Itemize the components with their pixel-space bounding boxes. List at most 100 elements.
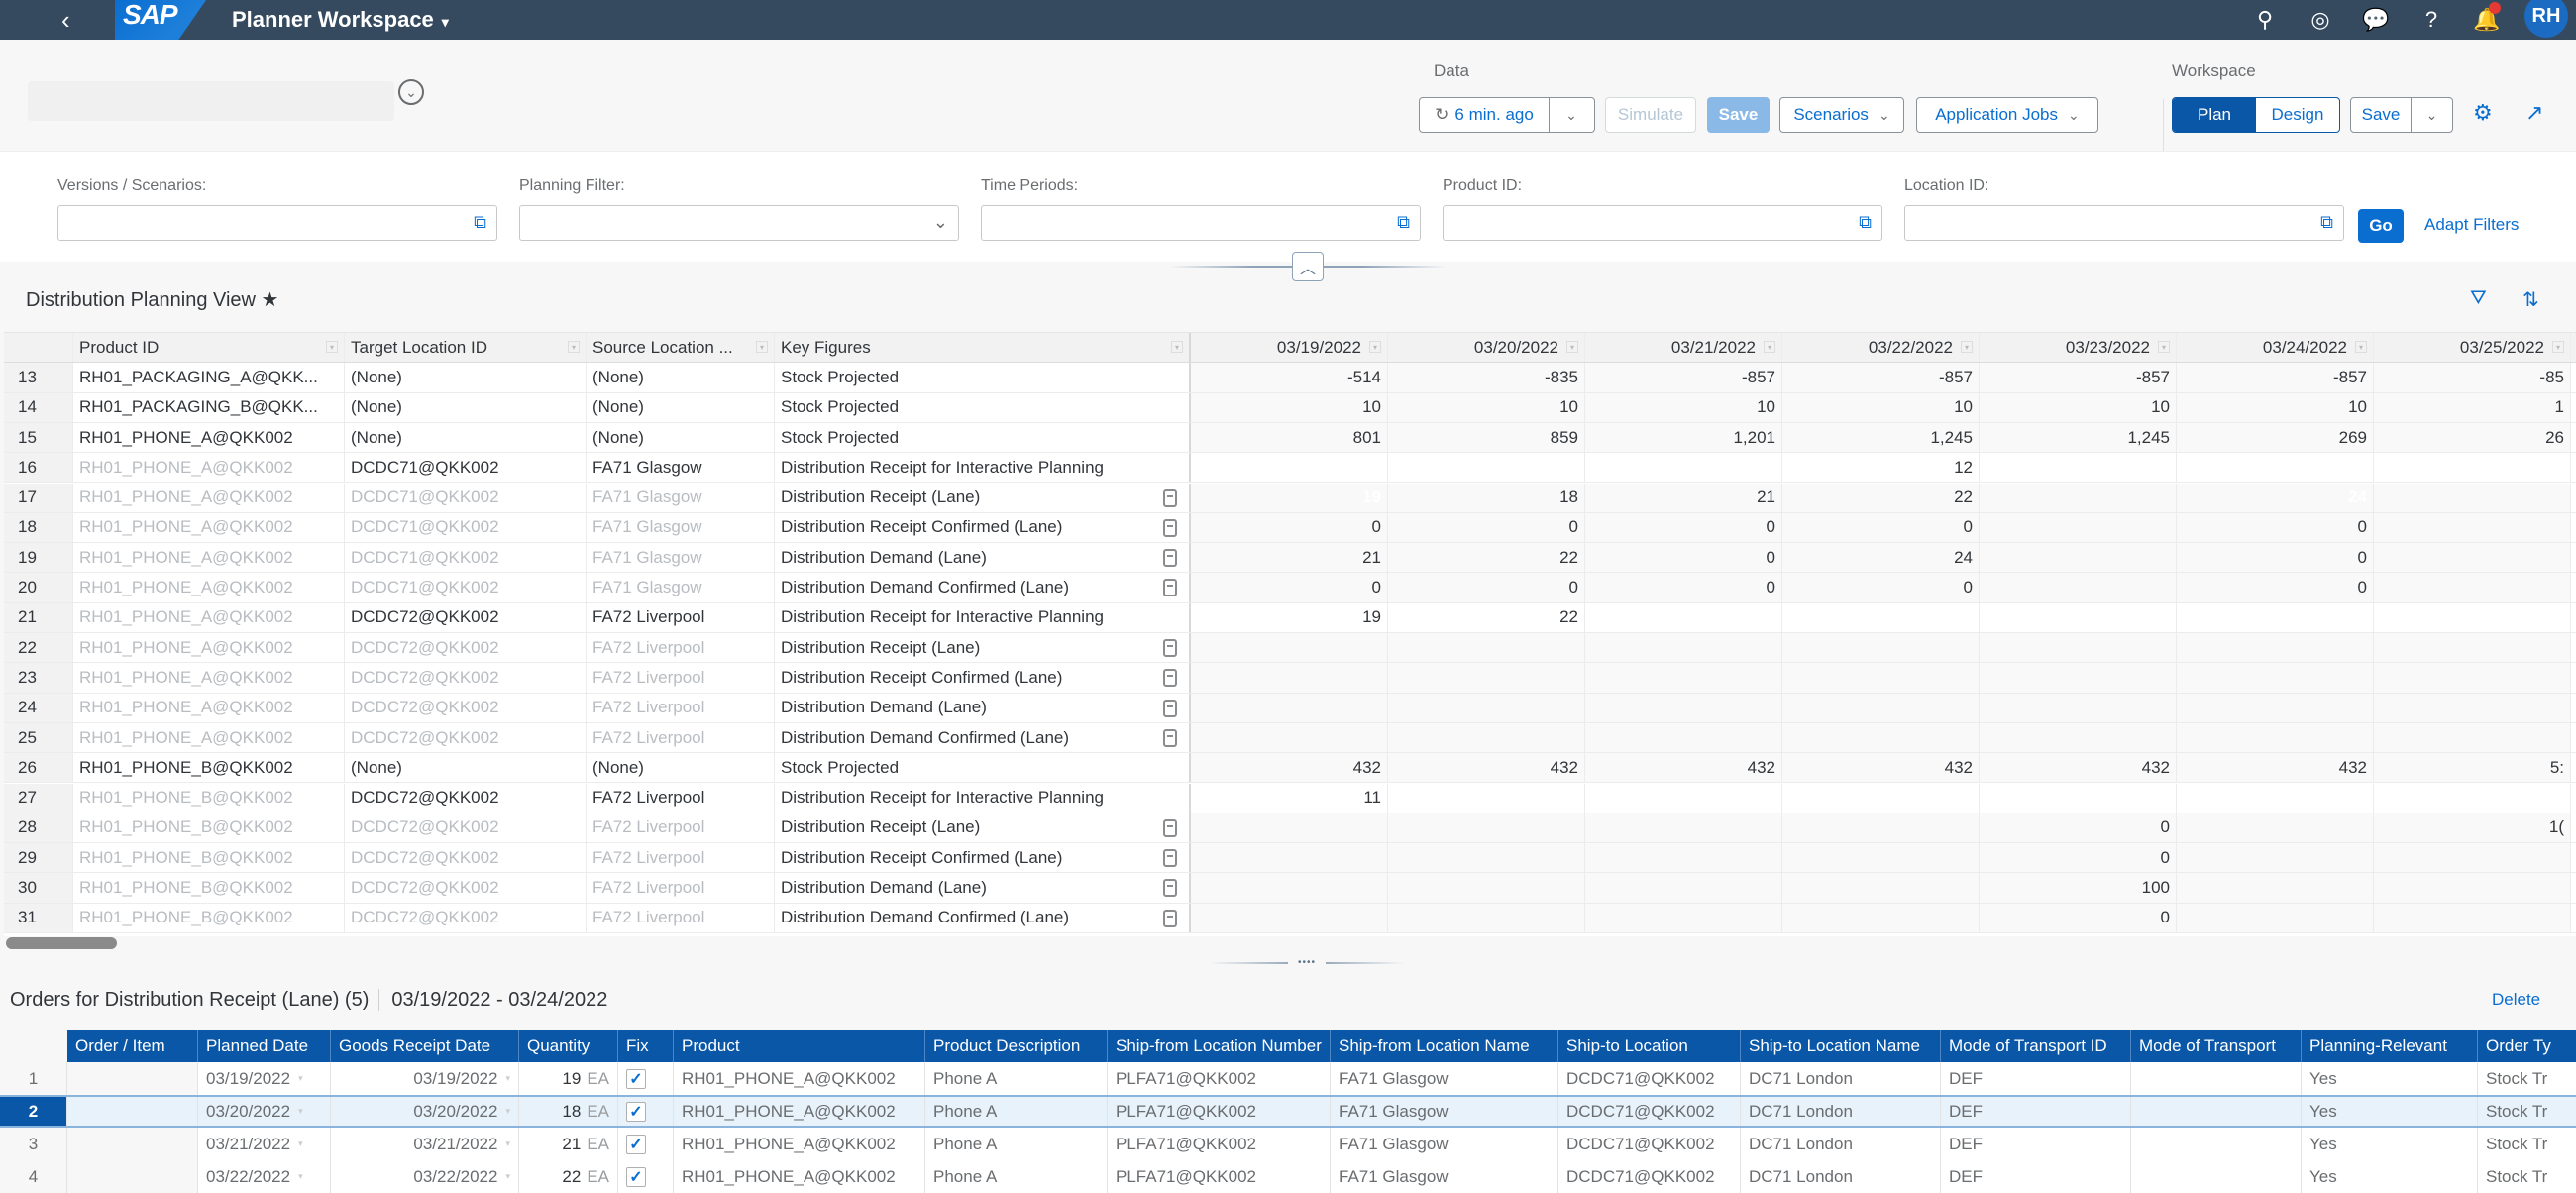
value-cell[interactable]: 0 [1191,573,1388,602]
orders-column-header[interactable]: Quantity [519,1030,618,1062]
notifications-button[interactable]: 🔔 [2459,0,2515,40]
value-cell[interactable] [1782,843,1980,873]
orders-column-header[interactable]: Fix [618,1030,674,1062]
value-cell[interactable]: -85 [2374,363,2571,392]
order-details-icon[interactable] [1163,488,1177,507]
value-cell[interactable] [1980,453,2177,483]
value-cell[interactable] [1585,633,1782,663]
quantity-cell[interactable]: 21 EA [519,1128,618,1160]
value-help-icon[interactable]: ⧉ [2320,212,2333,233]
date-column-header[interactable]: 03/24/2022 ▾ [2177,333,2374,363]
user-avatar[interactable]: RH [2524,0,2568,38]
column-header[interactable]: Target Location ID ▾ [345,333,587,363]
value-cell[interactable] [1191,813,1388,843]
value-cell[interactable] [1980,693,2177,722]
value-cell[interactable]: -835 [1388,363,1585,392]
value-cell[interactable]: 1,245 [1980,422,2177,453]
row-number[interactable]: 3 [0,1128,67,1160]
quantity-cell[interactable]: 19 EA [519,1062,618,1095]
orders-column-header[interactable]: Order / Item [67,1030,198,1062]
delete-button[interactable]: Delete [2492,990,2540,1010]
goods-receipt-date-cell[interactable]: 03/21/2022 ▾ [331,1128,519,1160]
value-cell[interactable] [1388,693,1585,722]
date-column-header[interactable]: 03/25/2022 ▾ [2374,333,2571,363]
value-help-icon[interactable]: ▾ [298,1106,303,1117]
value-cell[interactable] [1980,512,2177,543]
value-cell[interactable] [2374,543,2571,573]
go-button[interactable]: Go [2358,209,2404,243]
filter-input[interactable]: ⌄ [519,205,959,241]
column-menu-icon[interactable]: ▾ [1961,341,1973,353]
value-cell[interactable]: 859 [1388,422,1585,453]
value-cell[interactable] [1980,602,2177,632]
quantity-cell[interactable]: 22 EA [519,1160,618,1193]
orders-row[interactable]: 4 03/22/2022 ▾ 03/22/2022 ▾ 22 EA ✓ RH01_PHONE_A… [0,1160,2576,1193]
planned-date-cell[interactable]: 03/22/2022 ▾ [198,1160,331,1193]
value-cell[interactable]: 22 [1388,602,1585,632]
value-cell[interactable]: 801 [1191,422,1388,453]
value-cell[interactable] [1191,903,1388,932]
value-cell[interactable]: 19 [1191,483,1388,512]
value-cell[interactable] [1585,873,1782,903]
value-cell[interactable]: 1,245 [1782,422,1980,453]
value-cell[interactable]: 1 [2374,392,2571,422]
value-cell[interactable] [1388,783,1585,813]
value-cell[interactable]: 22 [1388,543,1585,573]
value-cell[interactable]: 26 [2374,422,2571,453]
value-cell[interactable]: 12 [1782,453,1980,483]
orders-column-header[interactable]: Ship-from Location Name [1331,1030,1558,1062]
orders-column-header[interactable]: Ship-from Location Number [1108,1030,1331,1062]
value-cell[interactable] [1191,693,1388,722]
value-cell[interactable]: 0 [1782,573,1980,602]
fix-checkbox[interactable]: ✓ [626,1101,646,1122]
value-help-icon[interactable]: ⧉ [474,212,486,233]
adapt-filters-link[interactable]: Adapt Filters [2424,215,2519,235]
value-cell[interactable] [1980,663,2177,693]
column-menu-icon[interactable]: ▾ [1764,341,1775,353]
fix-checkbox[interactable]: ✓ [626,1166,646,1187]
value-cell[interactable]: 0 [1585,573,1782,602]
value-cell[interactable] [1388,903,1585,932]
workspace-save-button[interactable]: Save [2351,98,2411,132]
value-help-icon[interactable]: ▾ [505,1073,510,1084]
value-cell[interactable] [2374,873,2571,903]
value-cell[interactable]: 432 [1388,753,1585,783]
value-cell[interactable] [1191,633,1388,663]
value-cell[interactable]: 432 [2177,753,2374,783]
value-cell[interactable] [1782,722,1980,753]
value-cell[interactable] [2177,693,2374,722]
value-cell[interactable] [2177,722,2374,753]
value-cell[interactable]: -857 [2177,363,2374,392]
row-number[interactable]: 1 [0,1062,67,1095]
value-cell[interactable] [2374,483,2571,512]
value-cell[interactable] [1782,783,1980,813]
back-button[interactable]: ‹ [61,0,101,40]
column-menu-icon[interactable]: ▾ [1369,341,1381,353]
value-cell[interactable] [2374,453,2571,483]
value-cell[interactable] [1782,873,1980,903]
chevron-down-icon[interactable]: ⌄ [933,212,948,233]
value-cell[interactable] [1191,722,1388,753]
value-cell[interactable] [1191,873,1388,903]
value-cell[interactable]: 0 [1980,843,2177,873]
value-cell[interactable] [1388,453,1585,483]
value-cell[interactable] [1191,843,1388,873]
value-cell[interactable] [2374,722,2571,753]
value-cell[interactable] [2374,573,2571,602]
value-cell[interactable] [1585,903,1782,932]
value-cell[interactable]: 24 [2177,483,2374,512]
value-cell[interactable]: 5: [2374,753,2571,783]
refresh-button[interactable]: ↻ 6 min. ago [1420,98,1549,132]
orders-column-header[interactable]: Planned Date [198,1030,331,1062]
help-button[interactable]: ? [2404,0,2459,40]
value-cell[interactable] [2177,903,2374,932]
orders-column-header[interactable]: Ship-to Location Name [1741,1030,1941,1062]
sort-settings-icon[interactable]: ⇅ [2522,287,2539,312]
orders-column-header[interactable]: Product Description [925,1030,1108,1062]
order-details-icon[interactable] [1163,518,1177,537]
value-help-icon[interactable]: ▾ [505,1139,510,1149]
column-menu-icon[interactable]: ▾ [1171,341,1183,353]
value-cell[interactable] [1782,813,1980,843]
value-cell[interactable] [2177,663,2374,693]
date-column-header[interactable]: 03/21/2022 ▾ [1585,333,1782,363]
